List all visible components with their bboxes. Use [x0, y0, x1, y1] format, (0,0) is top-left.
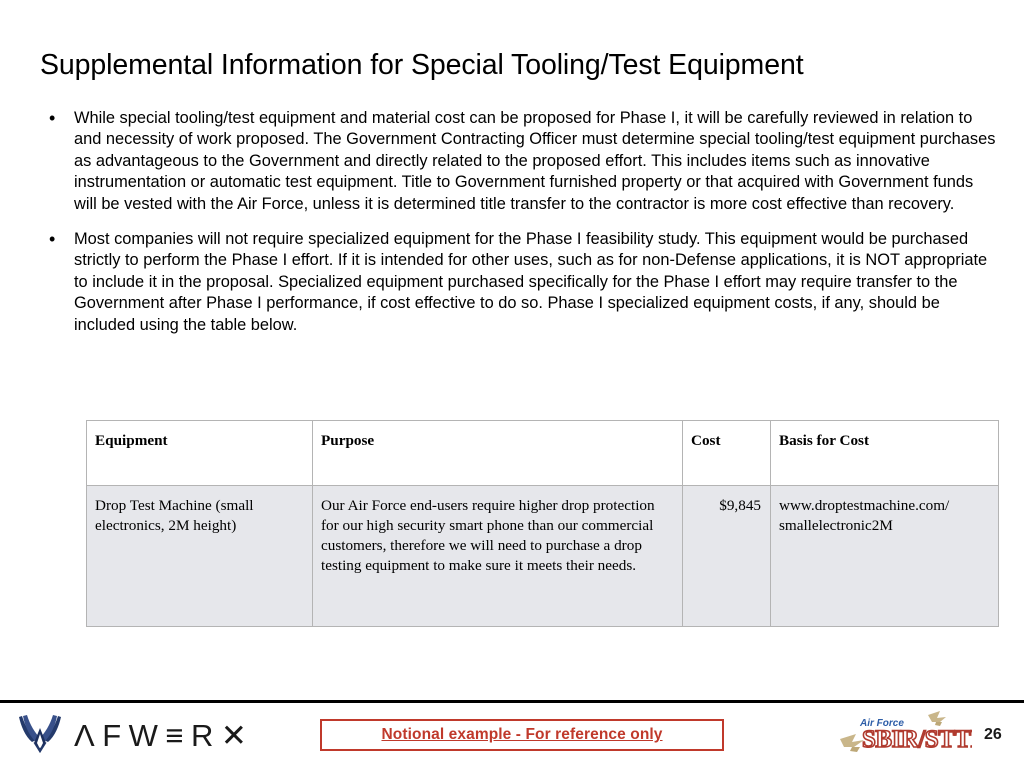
- afwerx-letter-w: W: [128, 718, 166, 753]
- cell-equipment: Drop Test Machine (small electronics, 2M…: [86, 485, 313, 627]
- page-title: Supplemental Information for Special Too…: [40, 49, 804, 81]
- bullet-point-icon: •: [49, 229, 56, 250]
- column-header-basis: Basis for Cost: [770, 420, 999, 486]
- afwerx-letter-r: R: [191, 718, 221, 753]
- afwerx-letter-a: Λ: [74, 718, 103, 753]
- column-header-cost: Cost: [682, 420, 771, 486]
- cell-purpose: Our Air Force end-users require higher d…: [312, 485, 683, 627]
- bullet-list: • While special tooling/test equipment a…: [44, 108, 996, 350]
- column-header-equipment: Equipment: [86, 420, 313, 486]
- afwerx-wordmark: Λ F W ≡ R ✕: [74, 718, 254, 754]
- afwerx-logo: Λ F W ≡ R ✕: [16, 710, 254, 762]
- cell-basis: www.droptestmachine.com/ smallelectronic…: [770, 485, 999, 627]
- air-force-wings-icon: [16, 712, 64, 761]
- list-item: • While special tooling/test equipment a…: [44, 108, 996, 215]
- column-header-purpose: Purpose: [312, 420, 683, 486]
- bullet-point-icon: •: [49, 108, 56, 128]
- notional-example-text: Notional example - For reference only: [381, 726, 663, 743]
- air-force-sbir-sttr-logo: Air Force SBIR/STTR: [836, 709, 991, 757]
- sbir-sttr-label: SBIR/STTR: [862, 726, 972, 753]
- cell-cost: $9,845: [682, 485, 771, 627]
- page-number: 26: [984, 726, 1002, 743]
- notional-example-callout: Notional example - For reference only: [320, 719, 724, 751]
- list-item: • Most companies will not require specia…: [44, 229, 996, 336]
- footer-divider: [0, 700, 1024, 703]
- afwerx-letter-f: F: [102, 718, 129, 753]
- equipment-cost-table: Equipment Purpose Cost Basis for Cost Dr…: [86, 420, 999, 627]
- table-header-row: Equipment Purpose Cost Basis for Cost: [86, 420, 999, 486]
- afwerx-letter-e: ≡: [165, 718, 192, 753]
- bullet-text: While special tooling/test equipment and…: [74, 109, 996, 213]
- bullet-text: Most companies will not require speciali…: [74, 230, 988, 334]
- table-row: Drop Test Machine (small electronics, 2M…: [86, 485, 999, 627]
- afwerx-letter-x: ✕: [220, 718, 255, 753]
